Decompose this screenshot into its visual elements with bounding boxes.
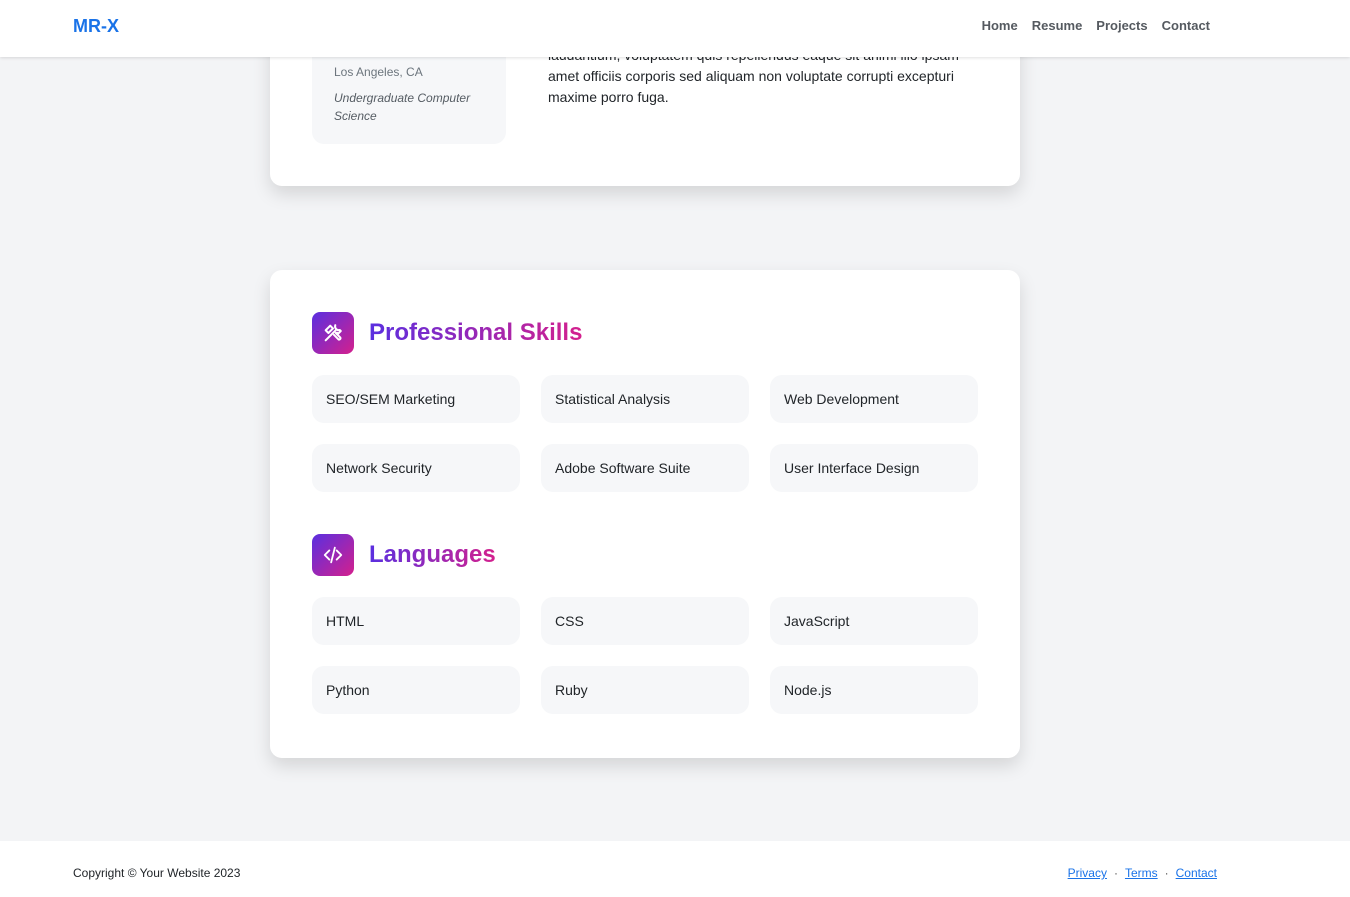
skills-header: Professional Skills xyxy=(312,312,978,354)
nav-link-resume[interactable]: Resume xyxy=(1032,18,1083,33)
footer-separator: · xyxy=(1164,866,1169,880)
nav-links: Home Resume Projects Contact xyxy=(982,18,1210,33)
brand-logo[interactable]: MR-X xyxy=(73,16,119,37)
language-item: CSS xyxy=(541,597,749,645)
tools-icon xyxy=(312,312,354,354)
footer: Copyright © Your Website 2023 Privacy · … xyxy=(0,841,1350,897)
navbar: MR-X Home Resume Projects Contact xyxy=(0,0,1350,57)
skill-item: Adobe Software Suite xyxy=(541,444,749,492)
language-item: Python xyxy=(312,666,520,714)
footer-links: Privacy · Terms · Contact xyxy=(1068,866,1217,880)
language-item: Node.js xyxy=(770,666,978,714)
education-degree: Undergraduate Computer Science xyxy=(334,91,471,123)
language-item: JavaScript xyxy=(770,597,978,645)
language-item: Ruby xyxy=(541,666,749,714)
languages-grid: HTML CSS JavaScript Python Ruby Node.js xyxy=(312,597,978,714)
education-location: Los Angeles, CA xyxy=(334,65,423,79)
skills-title: Professional Skills xyxy=(369,319,583,346)
languages-title: Languages xyxy=(369,541,496,568)
skill-item: Statistical Analysis xyxy=(541,375,749,423)
nav-link-contact[interactable]: Contact xyxy=(1162,18,1210,33)
nav-link-projects[interactable]: Projects xyxy=(1096,18,1147,33)
skills-grid: SEO/SEM Marketing Statistical Analysis W… xyxy=(312,375,978,492)
skill-item: SEO/SEM Marketing xyxy=(312,375,520,423)
nav-link-home[interactable]: Home xyxy=(982,18,1018,33)
footer-link-contact[interactable]: Contact xyxy=(1176,866,1217,880)
languages-header: Languages xyxy=(312,534,978,576)
footer-link-privacy[interactable]: Privacy xyxy=(1068,866,1107,880)
code-icon xyxy=(312,534,354,576)
skill-item: Web Development xyxy=(770,375,978,423)
skill-item: User Interface Design xyxy=(770,444,978,492)
skills-card: Professional Skills SEO/SEM Marketing St… xyxy=(270,270,1020,758)
skill-item: Network Security xyxy=(312,444,520,492)
footer-link-terms[interactable]: Terms xyxy=(1125,866,1158,880)
language-item: HTML xyxy=(312,597,520,645)
copyright-text: Copyright © Your Website 2023 xyxy=(73,866,241,880)
footer-separator: · xyxy=(1113,866,1118,880)
